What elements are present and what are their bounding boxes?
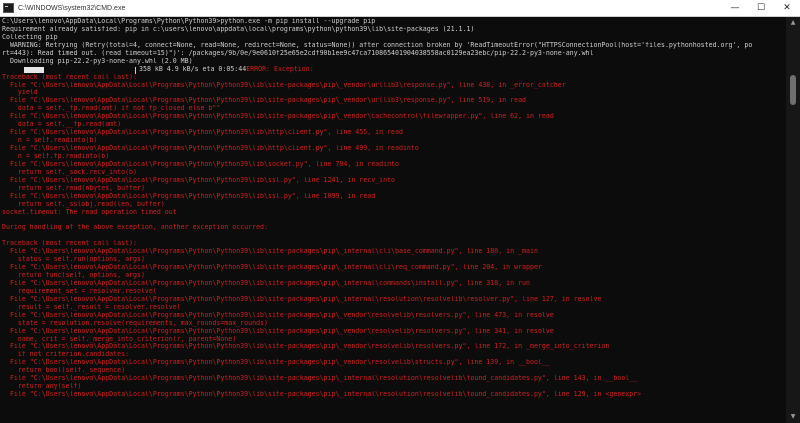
- console-line: return self._sock.recv_into(b): [2, 168, 137, 176]
- progress-bar-divider: [135, 66, 136, 74]
- console-line: File "C:\Users\lenovo\AppData\Local\Prog…: [2, 327, 554, 335]
- console-line: state = resolution.resolve(requirements,…: [2, 319, 268, 327]
- console-line: File "C:\Users\lenovo\AppData\Local\Prog…: [2, 375, 638, 383]
- console-line: File "C:\Users\lenovo\AppData\Local\Prog…: [2, 295, 602, 303]
- vertical-scrollbar[interactable]: ▲ ▼: [786, 17, 800, 423]
- console-line: return bool(self._sequence): [2, 367, 126, 375]
- console-line: data = self._fp.read(amt) if not fp_clos…: [2, 105, 221, 113]
- console-line: File "C:\Users\lenovo\AppData\Local\Prog…: [2, 391, 642, 399]
- console-line: requirement_set = resolver.resolve(: [2, 287, 157, 295]
- progress-text: 358 kB 4.9 kB/s eta 0:05:44: [139, 65, 247, 73]
- console-line: Collecting pip: [2, 33, 58, 41]
- console-line: status = self.run(options, args): [2, 256, 145, 264]
- minimize-button[interactable]: —: [722, 0, 748, 16]
- progress-bar: [16, 66, 136, 74]
- console-line: File "C:\Users\lenovo\AppData\Local\Prog…: [2, 279, 530, 287]
- console-line: socket.timeout: The read operation timed…: [2, 208, 177, 216]
- console-line: return self.read(nbytes, buffer): [2, 184, 145, 192]
- window-title: C:\WINDOWS\system32\CMD.exe: [18, 4, 126, 12]
- console-line: File "C:\Users\lenovo\AppData\Local\Prog…: [2, 81, 566, 89]
- scroll-up-icon[interactable]: ▲: [786, 17, 800, 29]
- console-output[interactable]: C:\Users\lenovo\AppData\Local\Programs\P…: [2, 18, 782, 423]
- title-bar[interactable]: C:\WINDOWS\system32\CMD.exe — ☐ ✕: [0, 0, 800, 17]
- error-label: ERROR: Exception:: [246, 65, 314, 73]
- console-line: File "C:\Users\lenovo\AppData\Local\Prog…: [2, 113, 554, 121]
- console-line: return func(self, options, args): [2, 272, 145, 279]
- console-line: File "C:\Users\lenovo\AppData\Local\Prog…: [2, 248, 538, 256]
- maximize-button[interactable]: ☐: [748, 0, 774, 16]
- console-line: data = self.__fp.read(amt): [2, 121, 122, 129]
- console-line: Traceback (most recent call last):: [2, 240, 137, 248]
- download-progress-line: 358 kB 4.9 kB/s eta 0:05:44 ERROR: Except…: [2, 66, 782, 74]
- console-line: File "C:\Users\lenovo\AppData\Local\Prog…: [2, 145, 419, 152]
- console-line: WARNING: Retrying (Retry(total=4, connec…: [2, 41, 753, 49]
- console-line: rt=443): Read timed out. (read timeout=1…: [2, 49, 594, 57]
- console-line: File "C:\Users\lenovo\AppData\Local\Prog…: [2, 343, 610, 351]
- console-line: File "C:\Users\lenovo\AppData\Local\Prog…: [2, 311, 554, 319]
- console-line: name, crit = self._merge_into_criterion(…: [2, 335, 237, 343]
- console-line: File "C:\Users\lenovo\AppData\Local\Prog…: [2, 264, 542, 272]
- console-line: return self._sslobj.read(len, buffer): [2, 200, 165, 208]
- console-line: File "C:\Users\lenovo\AppData\Local\Prog…: [2, 192, 376, 200]
- console-line: n = self.fp.readinto(b): [2, 152, 110, 160]
- scroll-down-icon[interactable]: ▼: [786, 411, 800, 423]
- console-line: File "C:\Users\lenovo\AppData\Local\Prog…: [2, 359, 550, 367]
- console-line: File "C:\Users\lenovo\AppData\Local\Prog…: [2, 176, 396, 184]
- cmd-window: C:\WINDOWS\system32\CMD.exe — ☐ ✕ C:\Use…: [0, 0, 800, 423]
- console-line: if not criterion.candidates:: [2, 351, 130, 359]
- console-line: result = self._result = resolver.resolve…: [2, 303, 181, 311]
- console-line: File "C:\Users\lenovo\AppData\Local\Prog…: [2, 97, 527, 105]
- console-line: Requirement already satisfied: pip in c:…: [2, 25, 475, 33]
- console-line: File "C:\Users\lenovo\AppData\Local\Prog…: [2, 129, 403, 137]
- console-line: File "C:\Users\lenovo\AppData\Local\Prog…: [2, 160, 399, 168]
- cmd-icon: [3, 3, 14, 13]
- progress-bar-fill: [24, 66, 44, 73]
- console-line: Traceback (most recent call last):: [2, 73, 137, 81]
- console-line: C:\Users\lenovo\AppData\Local\Programs\P…: [2, 18, 376, 25]
- scrollbar-thumb[interactable]: [790, 75, 796, 105]
- console-line: n = self.readinto(b): [2, 137, 98, 145]
- console-line: During handling of the above exception, …: [2, 224, 268, 232]
- console-line: yield: [2, 89, 38, 97]
- console-line: return any(self): [2, 383, 82, 391]
- close-button[interactable]: ✕: [774, 0, 800, 16]
- console-line: Downloading pip-22.2-py3-none-any.whl (2…: [2, 57, 193, 65]
